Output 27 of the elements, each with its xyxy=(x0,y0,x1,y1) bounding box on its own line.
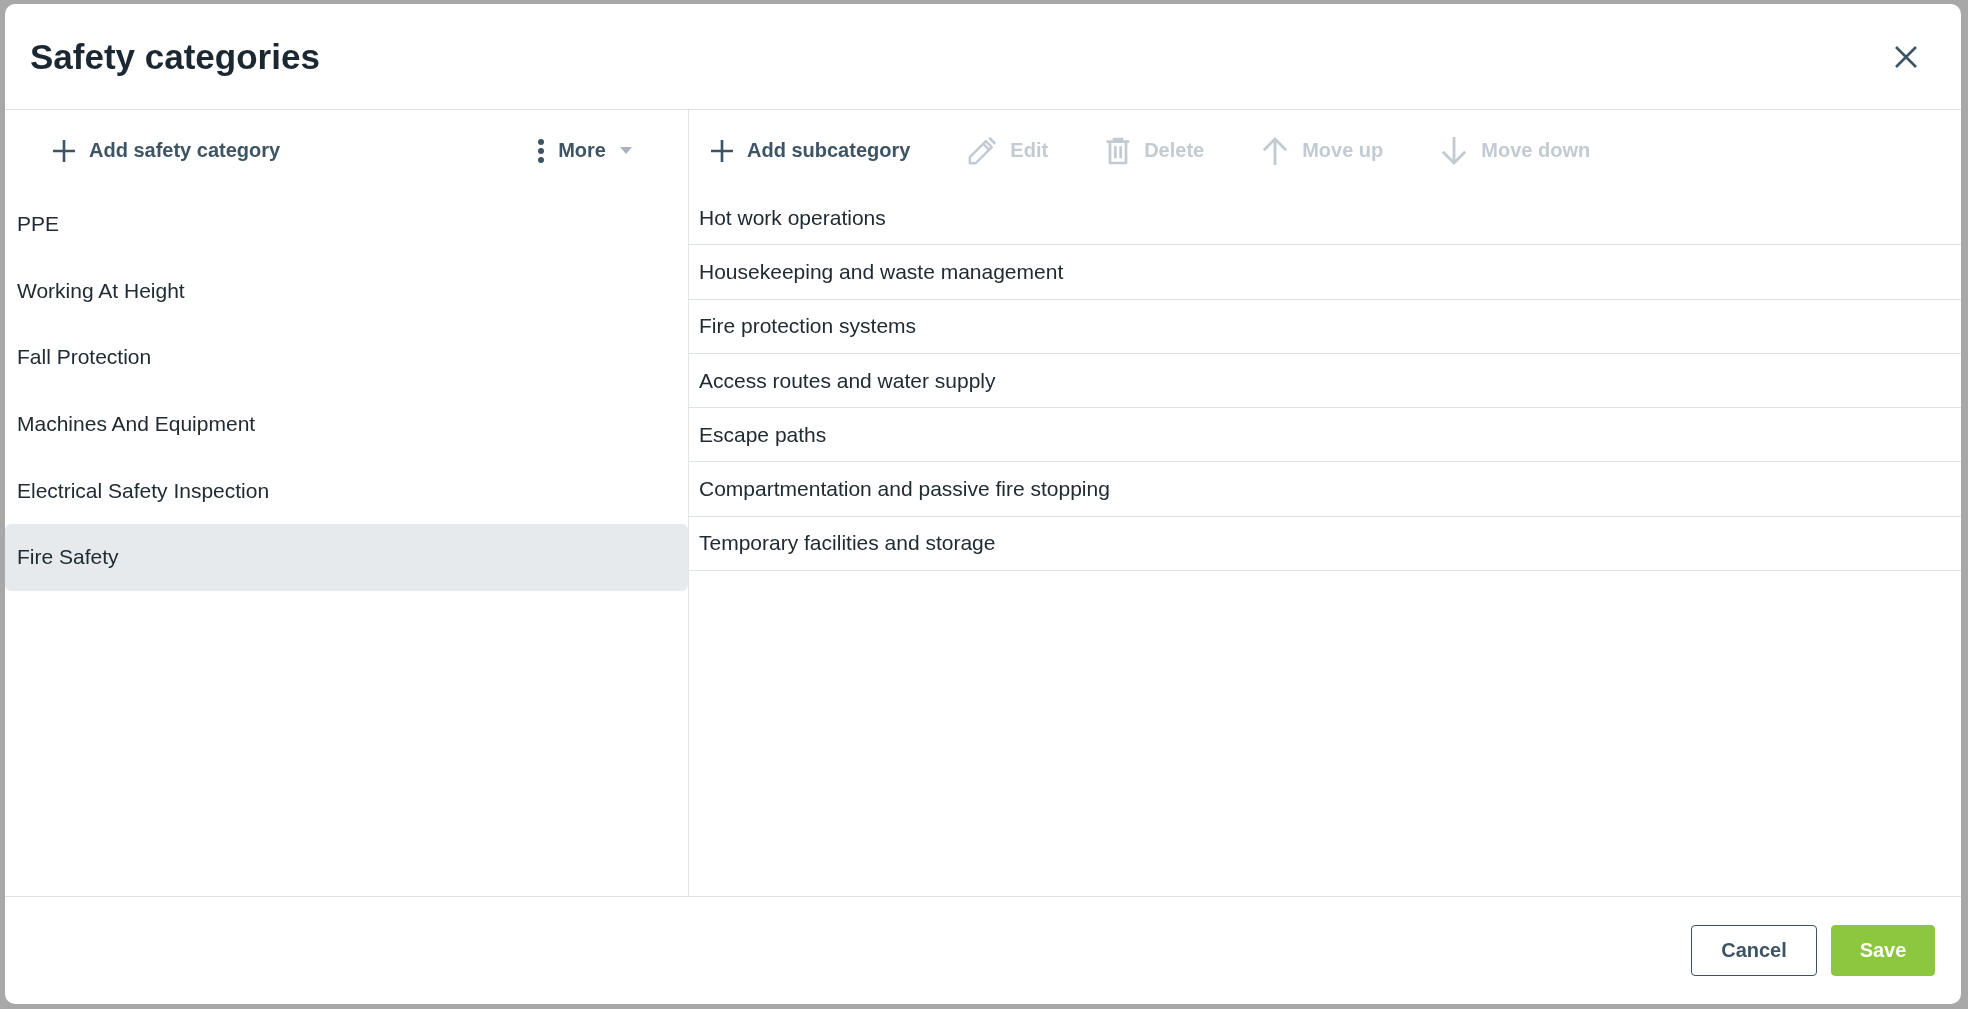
arrow-down-icon xyxy=(1441,136,1468,165)
cancel-button[interactable]: Cancel xyxy=(1691,925,1817,976)
subcategory-row[interactable]: Temporary facilities and storage xyxy=(689,516,1961,572)
category-item[interactable]: PPE xyxy=(5,191,688,258)
trash-icon xyxy=(1106,135,1131,166)
category-item[interactable]: Electrical Safety Inspection xyxy=(5,457,688,524)
subcategory-row[interactable]: Compartmentation and passive fire stopping xyxy=(689,462,1961,517)
subcategory-row[interactable]: Escape paths xyxy=(689,408,1961,463)
close-icon xyxy=(1895,45,1917,68)
dialog-title: Safety categories xyxy=(30,36,320,77)
caret-down-icon xyxy=(620,147,632,154)
subcategory-row[interactable]: Access routes and water supply xyxy=(689,353,1961,409)
category-item[interactable]: Working At Height xyxy=(5,257,688,325)
subcategory-row[interactable]: Hot work operations xyxy=(689,191,1961,246)
pencil-icon xyxy=(968,136,997,165)
arrow-up-icon xyxy=(1262,136,1289,165)
category-item[interactable]: Fire Safety xyxy=(5,523,688,591)
subcategory-row[interactable]: Housekeeping and waste management xyxy=(689,245,1961,300)
add-button[interactable]: Add safety category xyxy=(43,131,291,170)
category-item[interactable]: Machines And Equipment xyxy=(5,390,688,458)
plus-icon xyxy=(53,139,75,162)
plus-icon xyxy=(711,139,733,162)
kebab-menu-icon xyxy=(538,137,545,164)
subcategory-row[interactable]: Fire protection systems xyxy=(689,299,1961,354)
more-menu-button[interactable]: More xyxy=(528,129,642,172)
category-item[interactable]: Fall Protection xyxy=(5,324,688,391)
add-button[interactable]: Add subcategory xyxy=(701,131,921,170)
